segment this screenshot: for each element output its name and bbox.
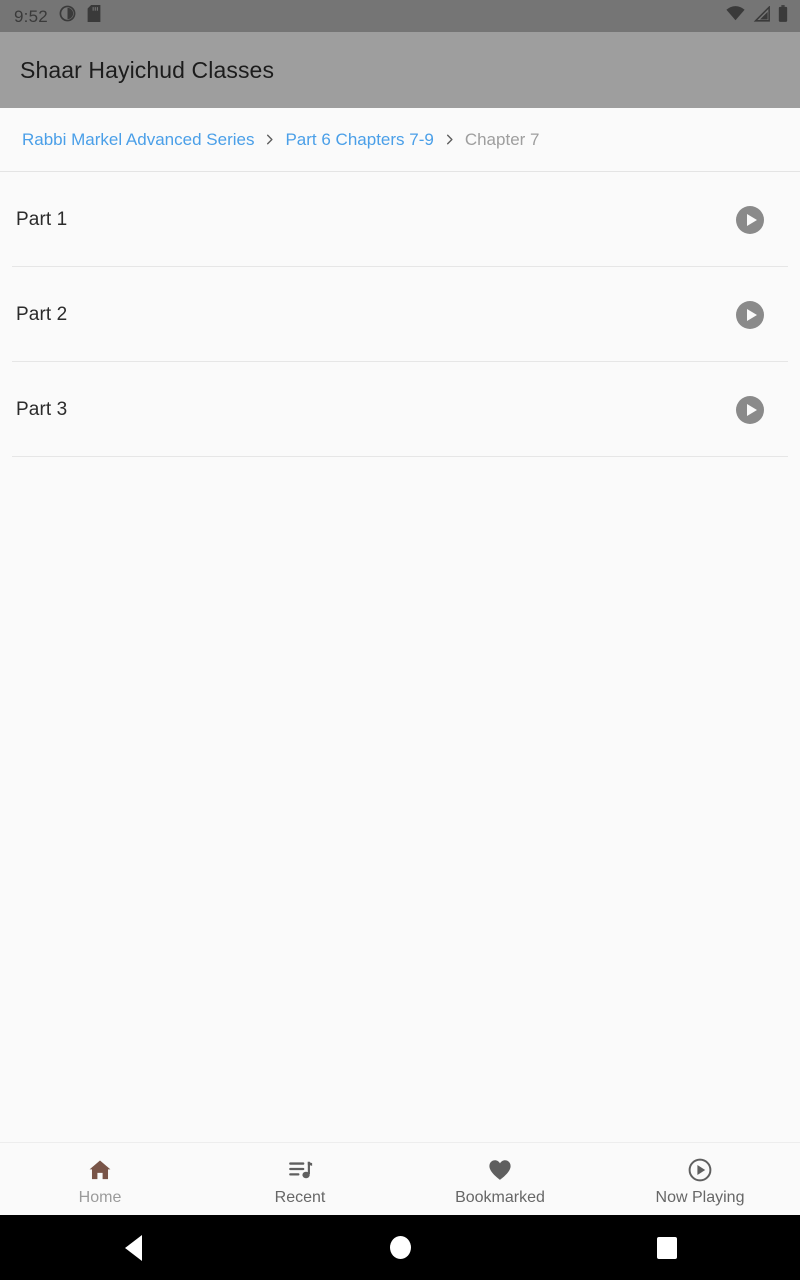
page-title: Shaar Hayichud Classes: [20, 56, 275, 83]
play-circle-icon[interactable]: [736, 205, 764, 234]
app-screen: 9:52 Shaar Hayichud Classes Rabbi Markel…: [0, 0, 800, 1280]
list-item-label: Part 1: [16, 208, 68, 230]
nav-item-home[interactable]: Home: [0, 1143, 200, 1215]
heart-icon: [487, 1157, 513, 1183]
status-bar: 9:52: [0, 0, 800, 32]
nav-item-recent[interactable]: Recent: [200, 1143, 400, 1215]
play-circle-icon[interactable]: [736, 300, 764, 329]
play-triangle: [746, 308, 757, 321]
status-bar-left: 9:52: [14, 5, 101, 27]
nav-item-bookmarked[interactable]: Bookmarked: [400, 1143, 600, 1215]
breadcrumb-item-current: Chapter 7: [464, 130, 540, 149]
play-triangle: [746, 213, 757, 226]
nav-label-recent: Recent: [274, 1188, 326, 1206]
status-clock: 9:52: [14, 6, 48, 26]
nav-label-home: Home: [78, 1188, 122, 1206]
list-item[interactable]: Part 1: [0, 172, 800, 267]
system-home-button[interactable]: [267, 1236, 534, 1259]
nav-label-bookmarked: Bookmarked: [455, 1188, 545, 1206]
play-circle-icon[interactable]: [736, 395, 764, 424]
chevron-right-icon: [254, 133, 285, 146]
system-recents-button[interactable]: [533, 1236, 800, 1259]
battery-icon: [778, 5, 788, 27]
circle-home-icon: [389, 1236, 411, 1259]
nav-label-now-playing: Now Playing: [655, 1188, 745, 1206]
list-item-label: Part 2: [16, 303, 68, 325]
list-item[interactable]: Part 3: [0, 362, 800, 457]
contrast-circle-icon: [59, 5, 76, 27]
app-bar: Shaar Hayichud Classes: [0, 32, 800, 108]
parts-list: Part 1 Part 2 Part 3: [0, 172, 800, 1142]
home-icon: [87, 1157, 113, 1183]
nav-item-now-playing[interactable]: Now Playing: [600, 1143, 800, 1215]
breadcrumb-item-part[interactable]: Part 6 Chapters 7-9: [285, 131, 433, 148]
chevron-right-icon: [434, 133, 465, 146]
breadcrumb: Rabbi Markel Advanced Series Part 6 Chap…: [0, 108, 800, 172]
list-item[interactable]: Part 2: [0, 267, 800, 362]
play-triangle: [746, 403, 757, 416]
system-back-button[interactable]: [0, 1234, 267, 1261]
queue-music-icon: [287, 1157, 313, 1183]
triangle-back-icon: [124, 1234, 142, 1261]
list-item-label: Part 3: [16, 398, 68, 420]
wifi-icon: [726, 6, 745, 26]
bottom-navigation: Home Recent Bookmarked Now Playing: [0, 1142, 800, 1215]
android-system-nav: [0, 1215, 800, 1280]
play-circle-outline-icon: [687, 1157, 713, 1183]
status-bar-right: [726, 4, 788, 27]
square-recents-icon: [656, 1236, 677, 1259]
breadcrumb-item-series[interactable]: Rabbi Markel Advanced Series: [22, 131, 254, 148]
sd-card-icon: [87, 5, 101, 27]
cell-signal-icon: [753, 4, 770, 27]
